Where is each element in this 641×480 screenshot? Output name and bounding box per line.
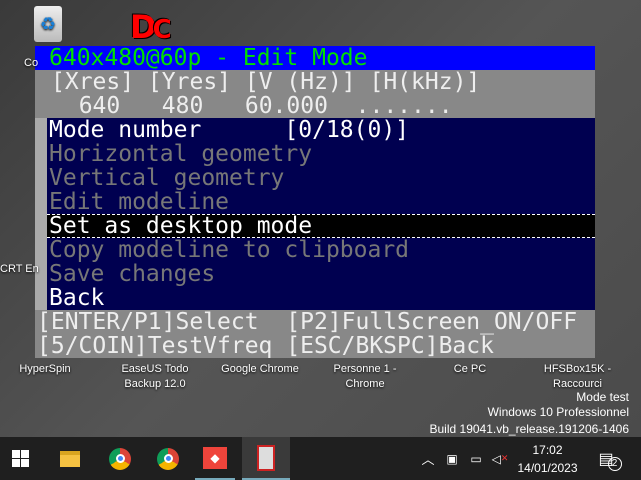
- anydesk-icon[interactable]: ◆: [195, 437, 235, 480]
- desktop-icon-hfsbox[interactable]: HFSBox15K - Raccourci: [530, 362, 625, 392]
- scrollbar[interactable]: [35, 118, 47, 310]
- menu-item-save-changes[interactable]: Save changes: [49, 262, 595, 286]
- menu-item-back[interactable]: Back: [49, 286, 595, 310]
- desktop-icon-label: Ce PC: [453, 363, 487, 375]
- camera-icon[interactable]: ▣: [442, 437, 462, 480]
- desktop-icon-label: Co: [24, 57, 39, 69]
- windows-icon: [11, 450, 29, 467]
- menu-item-copy-modeline[interactable]: Copy modeline to clipboard: [49, 238, 595, 262]
- chrome-profile-icon[interactable]: [148, 437, 188, 480]
- panel-title: 640x480@60p - Edit Mode: [35, 46, 595, 70]
- clock-time: 17:02: [532, 443, 563, 457]
- show-hidden-icons-chevron[interactable]: ︿: [418, 437, 438, 480]
- menu-item-vertical-geometry[interactable]: Vertical geometry: [49, 166, 595, 190]
- notification-count: 2: [607, 456, 622, 471]
- menu-list: Mode number [0/18(0)] Horizontal geometr…: [35, 118, 595, 310]
- menu-item-set-desktop-mode[interactable]: Set as desktop mode: [47, 214, 595, 238]
- recycle-bin-icon[interactable]: ♻: [28, 6, 68, 46]
- info-values: 640 480 60.000 .......: [51, 93, 453, 119]
- desktop-icon-label: HyperSpin: [19, 363, 71, 375]
- groovymame-icon[interactable]: [242, 437, 290, 480]
- volume-muted-icon[interactable]: ◁ ✕: [490, 437, 510, 480]
- chrome-icon[interactable]: [100, 437, 140, 480]
- desktop-icon-easeus[interactable]: EaseUS Todo Backup 12.0: [115, 362, 195, 392]
- desktop-icon-hyperspin[interactable]: HyperSpin: [10, 362, 80, 377]
- key-help-line: [5/COIN]TestVfreq [ESC/BKSPC]Back: [37, 333, 494, 359]
- desktop-icon-personne-chrome[interactable]: Personne 1 - Chrome: [325, 362, 405, 392]
- dc-logo[interactable]: DC: [130, 8, 172, 46]
- menu-item-horizontal-geometry[interactable]: Horizontal geometry: [49, 142, 595, 166]
- clock[interactable]: 17:02 14/01/2023: [515, 441, 580, 477]
- file-explorer-icon[interactable]: [50, 437, 90, 480]
- desktop-icon-label: CRT En: [0, 263, 39, 275]
- desktop-icon-label: HFSBox15K - Raccourci: [543, 363, 612, 390]
- key-help: [ENTER/P1]Select [P2]FullScreen_ON/OFF […: [35, 310, 595, 358]
- menu-item-edit-modeline[interactable]: Edit modeline: [49, 190, 595, 214]
- desktop-icon-label: EaseUS Todo Backup 12.0: [121, 363, 189, 390]
- desktop-icon-label: Google Chrome: [221, 363, 299, 375]
- watermark-line: Build 19041.vb_release.191206-1406: [429, 422, 630, 436]
- watermark-line: Mode test: [576, 390, 629, 404]
- key-help-line: [ENTER/P1]Select [P2]FullScreen_ON/OFF: [37, 309, 578, 335]
- clock-date: 14/01/2023: [517, 461, 578, 475]
- mode-edit-panel: 640x480@60p - Edit Mode [Xres] [Yres] [V…: [35, 46, 595, 358]
- notification-center-icon[interactable]: ▤ 2: [590, 437, 630, 480]
- desktop-icon-label: Personne 1 - Chrome: [333, 363, 397, 390]
- start-button[interactable]: [0, 437, 40, 480]
- desktop-icon-ce-pc[interactable]: Ce PC: [435, 362, 505, 377]
- info-header: [Xres] [Yres] [V (Hz)] [H(kHz)]: [51, 69, 481, 95]
- taskbar: ◆ ︿ ▣ ▭ ◁ ✕ 17:02 14/01/2023 ▤ 2: [0, 437, 641, 480]
- mode-info: [Xres] [Yres] [V (Hz)] [H(kHz)] 640 480 …: [35, 70, 595, 118]
- watermark-line: Windows 10 Professionnel: [487, 405, 629, 419]
- menu-item-mode-number[interactable]: Mode number [0/18(0)]: [49, 118, 595, 142]
- desktop-icon-google-chrome[interactable]: Google Chrome: [210, 362, 310, 377]
- network-icon[interactable]: ▭: [466, 437, 486, 480]
